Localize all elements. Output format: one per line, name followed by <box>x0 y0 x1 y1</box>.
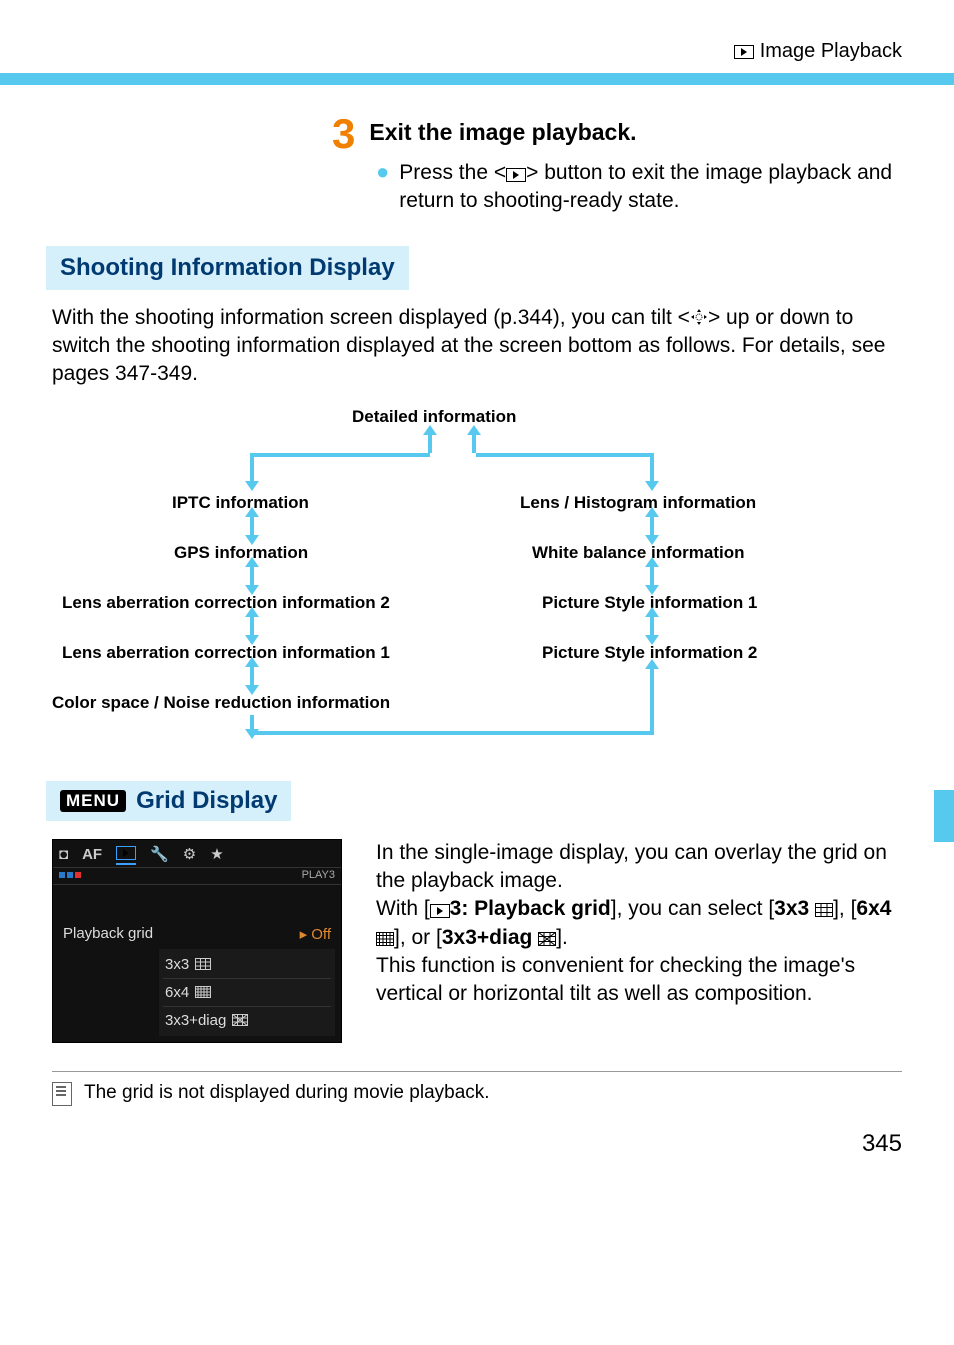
note: The grid is not displayed during movie p… <box>52 1071 902 1106</box>
af-icon: AF <box>82 846 102 863</box>
note-text: The grid is not displayed during movie p… <box>84 1082 490 1104</box>
grid-option-6x4: 6x4 <box>163 978 331 1006</box>
step-number: 3 <box>332 113 355 155</box>
grid-3x3-icon <box>815 903 833 917</box>
side-tab <box>934 790 954 842</box>
menu-badge: MENU <box>60 790 126 812</box>
playback-icon <box>506 168 526 182</box>
wrench-icon: 🔧 <box>150 845 169 863</box>
playback-grid-row: Playback grid ▸ Off <box>59 919 335 949</box>
page-number: 345 <box>52 1130 902 1158</box>
bullet-icon: ● <box>376 159 389 216</box>
grid-option-3x3: 3x3 <box>163 951 331 978</box>
step-3: 3 Exit the image playback. ● Press the <… <box>332 113 902 216</box>
grid-heading: Grid Display <box>136 787 277 815</box>
grid-option-3x3diag: 3x3+diag <box>163 1006 331 1034</box>
custom-icon: ⚙ <box>183 845 196 863</box>
menu-tabs: ◘ AF 🔧 ⚙ ★ <box>53 840 341 868</box>
section-grid-display: MENU Grid Display <box>46 781 291 821</box>
header-rule <box>0 73 954 85</box>
playback-tab-icon <box>116 844 136 865</box>
diagram-left-1: GPS information <box>174 543 308 563</box>
playback-icon <box>734 45 754 59</box>
playback-grid-value: ▸ Off <box>300 925 331 943</box>
diagram-right-0: Lens / Histogram information <box>520 493 756 513</box>
diagram-left-0: IPTC information <box>172 493 309 513</box>
grid-6x4-icon <box>376 932 394 946</box>
playback-grid-label: Playback grid <box>63 925 153 943</box>
star-icon: ★ <box>210 845 223 863</box>
diagram-left-3: Lens aberration correction information 1 <box>62 643 390 663</box>
section-shooting-info: Shooting Information Display <box>46 246 409 290</box>
playback-icon <box>430 904 450 918</box>
camera-icon: ◘ <box>59 846 68 863</box>
grid-body-text: In the single-image display, you can ove… <box>376 839 902 1009</box>
info-diagram: Detailed information IPTC information GP… <box>52 407 902 747</box>
diagram-left-2: Lens aberration correction information 2 <box>62 593 390 613</box>
tab-label: PLAY3 <box>302 869 335 881</box>
step-title: Exit the image playback. <box>369 119 636 146</box>
camera-menu-screenshot: ◘ AF 🔧 ⚙ ★ PLAY3 Playback grid ▸ Off 3x3 <box>52 839 342 1043</box>
multicontroller-icon <box>690 308 708 326</box>
diagram-left-4: Color space / Noise reduction informatio… <box>52 693 390 713</box>
note-icon <box>52 1082 72 1106</box>
page-header: Image Playback <box>52 40 902 63</box>
menu-subtabs: PLAY3 <box>53 868 341 885</box>
grid-option-list: 3x3 6x4 3x3+diag <box>159 949 335 1036</box>
grid-3x3diag-icon <box>538 932 556 946</box>
header-title: Image Playback <box>760 40 902 63</box>
diagram-top: Detailed information <box>352 407 516 427</box>
section-intro: With the shooting information screen dis… <box>52 304 902 389</box>
step-body: Press the <> button to exit the image pl… <box>399 159 902 216</box>
diagram-right-1: White balance information <box>532 543 745 563</box>
